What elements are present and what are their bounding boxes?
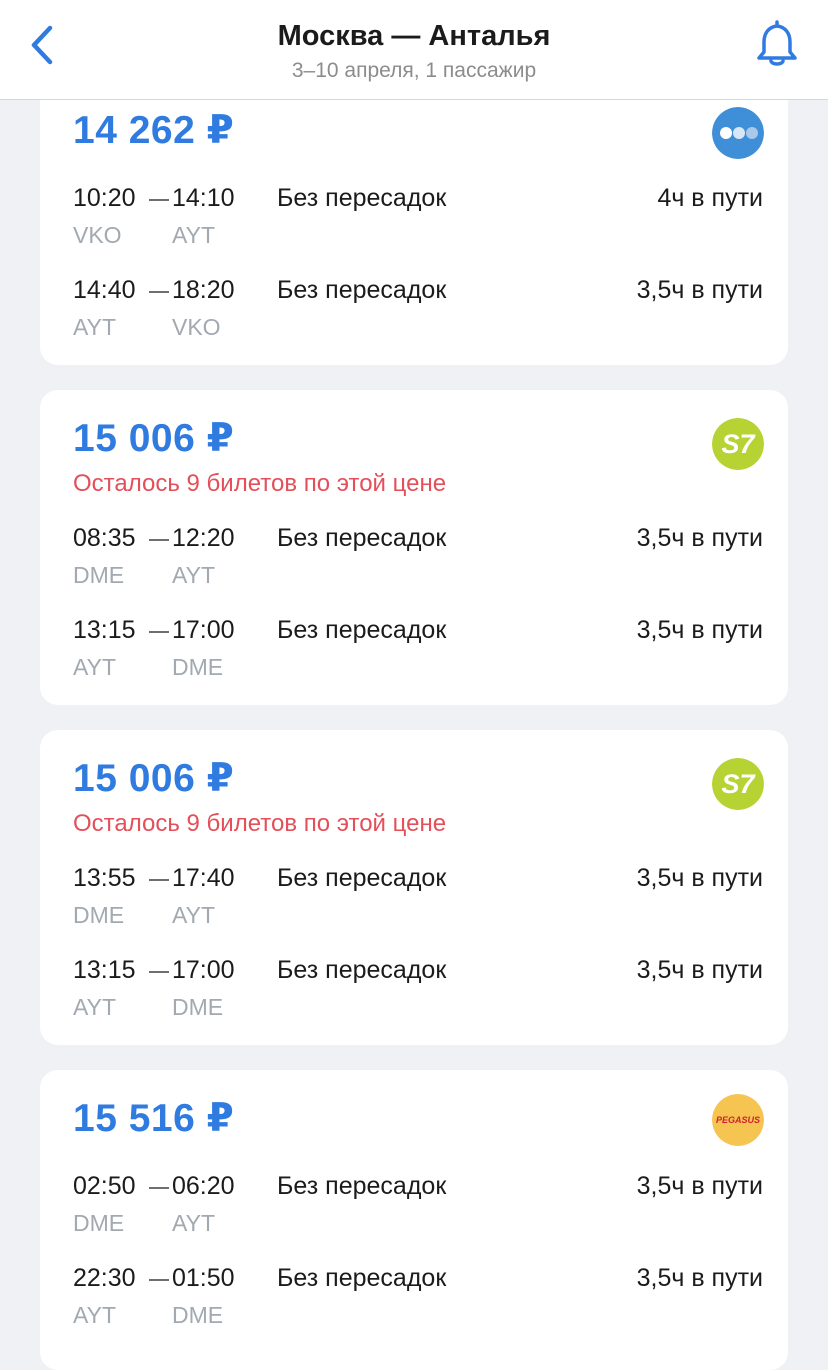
- departure-airport: VKO: [73, 222, 122, 248]
- stops-label: Без пересадок: [277, 864, 447, 892]
- stops-label: Без пересадок: [277, 1172, 447, 1200]
- offer-price: 15 006 ₽: [73, 417, 235, 460]
- route-subtitle: 3–10 апреля, 1 пассажир: [291, 59, 537, 82]
- arrival-time: 18:20: [172, 276, 235, 304]
- stops-label: Без пересадок: [277, 276, 447, 304]
- departure-time: 10:20: [73, 184, 136, 212]
- svg-text:S7: S7: [721, 429, 756, 459]
- flight-segment: 13:15 17:00 AYT DME Без пересадок 3,5ч в…: [73, 616, 763, 696]
- stops-label: Без пересадок: [277, 956, 447, 984]
- arrival-airport: DME: [172, 654, 224, 680]
- arrival-airport: DME: [172, 1302, 224, 1328]
- offer-card[interactable]: 15 006 ₽ S7 Осталось 9 билетов по этой ц…: [40, 390, 788, 705]
- arrival-airport: AYT: [172, 562, 216, 588]
- duration-label: 3,5ч в пути: [636, 276, 763, 304]
- departure-airport: AYT: [73, 654, 117, 680]
- arrival-time: 17:00: [172, 616, 235, 644]
- s7-airline-logo: S7: [712, 418, 764, 470]
- time-separator: [149, 1279, 169, 1281]
- arrival-time: 06:20: [172, 1172, 235, 1200]
- arrival-airport: VKO: [172, 314, 221, 340]
- departure-time: 13:15: [73, 616, 136, 644]
- flight-segment: 14:40 18:20 AYT VKO Без пересадок 3,5ч в…: [73, 276, 763, 356]
- stops-label: Без пересадок: [277, 524, 447, 552]
- departure-airport: DME: [73, 1210, 125, 1236]
- offer-price: 15 516 ₽: [73, 1097, 235, 1140]
- flight-segment: 08:35 12:20 DME AYT Без пересадок 3,5ч в…: [73, 524, 763, 604]
- time-separator: [149, 199, 169, 201]
- departure-airport: AYT: [73, 994, 117, 1020]
- svg-text:PEGASUS: PEGASUS: [716, 1115, 760, 1125]
- departure-time: 13:15: [73, 956, 136, 984]
- duration-label: 3,5ч в пути: [636, 1264, 763, 1292]
- top-bar: Москва — Анталья 3–10 апреля, 1 пассажир: [0, 0, 828, 100]
- arrival-airport: AYT: [172, 1210, 216, 1236]
- departure-time: 22:30: [73, 1264, 136, 1292]
- flight-segment: 13:15 17:00 AYT DME Без пересадок 3,5ч в…: [73, 956, 763, 1036]
- duration-label: 3,5ч в пути: [636, 616, 763, 644]
- offer-price: 15 006 ₽: [73, 757, 235, 800]
- time-separator: [149, 539, 169, 541]
- s7-airline-logo: S7: [712, 758, 764, 810]
- duration-label: 3,5ч в пути: [636, 956, 763, 984]
- arrival-time: 01:50: [172, 1264, 235, 1292]
- departure-time: 02:50: [73, 1172, 136, 1200]
- duration-label: 3,5ч в пути: [636, 864, 763, 892]
- time-separator: [149, 631, 169, 633]
- offer-card[interactable]: 14 262 ₽ 10:20 14:10 VKO AYT Без пересад…: [40, 62, 788, 365]
- tickets-left-warning: Осталось 9 билетов по этой цене: [73, 810, 447, 837]
- duration-label: 4ч в пути: [657, 184, 763, 212]
- stops-label: Без пересадок: [277, 184, 447, 212]
- time-separator: [149, 879, 169, 881]
- departure-time: 13:55: [73, 864, 136, 892]
- arrival-airport: DME: [172, 994, 224, 1020]
- departure-time: 14:40: [73, 276, 136, 304]
- offer-price: 14 262 ₽: [73, 109, 235, 152]
- price-alert-button[interactable]: [754, 18, 800, 70]
- arrival-airport: AYT: [172, 902, 216, 928]
- airline-logo: [712, 107, 764, 159]
- pegasus-airline-logo: PEGASUS: [712, 1094, 764, 1146]
- duration-label: 3,5ч в пути: [636, 1172, 763, 1200]
- flight-segment: 02:50 06:20 DME AYT Без пересадок 3,5ч в…: [73, 1172, 763, 1252]
- arrival-time: 12:20: [172, 524, 235, 552]
- time-separator: [149, 291, 169, 293]
- arrival-time: 17:40: [172, 864, 235, 892]
- arrival-time: 14:10: [172, 184, 235, 212]
- departure-airport: DME: [73, 562, 125, 588]
- time-separator: [149, 1187, 169, 1189]
- time-separator: [149, 971, 169, 973]
- tickets-left-warning: Осталось 9 билетов по этой цене: [73, 470, 447, 497]
- route-title: Москва — Анталья: [277, 20, 551, 52]
- arrival-airport: AYT: [172, 222, 216, 248]
- flight-segment: 10:20 14:10 VKO AYT Без пересадок 4ч в п…: [73, 184, 763, 264]
- bell-icon: [757, 20, 797, 66]
- arrival-time: 17:00: [172, 956, 235, 984]
- svg-text:S7: S7: [721, 769, 756, 799]
- flight-segment: 13:55 17:40 DME AYT Без пересадок 3,5ч в…: [73, 864, 763, 944]
- flight-segment: 22:30 01:50 AYT DME Без пересадок 3,5ч в…: [73, 1264, 763, 1344]
- duration-label: 3,5ч в пути: [636, 524, 763, 552]
- departure-airport: DME: [73, 902, 125, 928]
- offer-card[interactable]: 15 516 ₽ PEGASUS 02:50 06:20 DME AYT Без…: [40, 1070, 788, 1370]
- departure-airport: AYT: [73, 314, 117, 340]
- stops-label: Без пересадок: [277, 616, 447, 644]
- stops-label: Без пересадок: [277, 1264, 447, 1292]
- departure-airport: AYT: [73, 1302, 117, 1328]
- departure-time: 08:35: [73, 524, 136, 552]
- offer-card[interactable]: 15 006 ₽ S7 Осталось 9 билетов по этой ц…: [40, 730, 788, 1045]
